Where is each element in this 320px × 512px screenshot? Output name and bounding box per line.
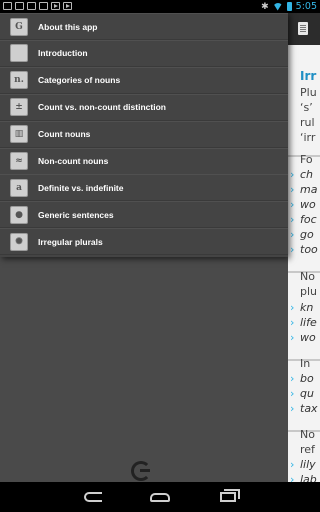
app-logo-icon bbox=[131, 461, 151, 481]
content-action-bar[interactable] bbox=[288, 13, 320, 45]
drawer-item-7[interactable]: ● Generic sentences bbox=[0, 201, 288, 229]
content-text: ‘s’ bbox=[300, 101, 313, 114]
example-item: bo bbox=[290, 371, 314, 386]
lightbulb-icon: ● bbox=[10, 205, 28, 224]
play-store-icon bbox=[63, 2, 72, 10]
articles-icon: a bbox=[10, 178, 28, 197]
drawer-item-label: Count nouns bbox=[38, 129, 91, 140]
drawer-item-6[interactable]: a Definite vs. indefinite bbox=[0, 174, 288, 202]
example-item: qu bbox=[290, 386, 314, 401]
drawer-item-5[interactable]: ≈ Non-count nouns bbox=[0, 147, 288, 175]
image-notification-icon bbox=[15, 2, 24, 10]
drawer-item-4[interactable]: ▥ Count nouns bbox=[0, 120, 288, 148]
example-item: lab bbox=[290, 472, 317, 482]
navigation-drawer: G About this app Introduction n. Categories … bbox=[0, 13, 288, 257]
content-text: ref bbox=[300, 443, 315, 456]
content-text: plu bbox=[300, 285, 318, 298]
navigation-bar bbox=[0, 482, 320, 512]
content-text: Plu bbox=[300, 86, 317, 99]
image-notification-icon bbox=[3, 2, 12, 10]
example-item: kn bbox=[290, 300, 314, 315]
letter-n-icon: n. bbox=[10, 71, 28, 90]
home-button[interactable] bbox=[145, 488, 175, 506]
drawer-item-8[interactable]: ✺ Irregular plurals bbox=[0, 228, 288, 256]
drawer-item-label: Definite vs. indefinite bbox=[38, 182, 124, 193]
back-icon bbox=[84, 492, 102, 502]
app-logo-icon: G bbox=[10, 17, 28, 36]
notification-icons bbox=[3, 2, 72, 10]
battery-icon bbox=[286, 2, 292, 11]
content-title: Irr bbox=[300, 69, 317, 83]
drawer-item-2[interactable]: n. Categories of nouns bbox=[0, 66, 288, 94]
status-bar: ✱ 5:05 bbox=[0, 0, 320, 13]
example-item: ma bbox=[290, 182, 318, 197]
recent-apps-icon bbox=[220, 489, 240, 502]
bluetooth-icon: ✱ bbox=[261, 1, 269, 12]
content-panel[interactable]: IrrPlu‘s’rul‘irrFochmawofocgotooNopluknl… bbox=[288, 13, 320, 482]
drawer-item-label: About this app bbox=[38, 21, 98, 32]
drawer-item-label: Irregular plurals bbox=[38, 236, 103, 247]
books-icon: ▥ bbox=[10, 125, 28, 144]
drawer-item-0[interactable]: G About this app bbox=[0, 13, 288, 40]
example-item: tax bbox=[290, 401, 317, 416]
back-button[interactable] bbox=[78, 488, 108, 506]
drawer-item-label: Introduction bbox=[38, 48, 88, 59]
image-notification-icon bbox=[39, 2, 48, 10]
content-text: rul bbox=[300, 116, 315, 129]
example-item: go bbox=[290, 227, 314, 242]
irregular-icon: ✺ bbox=[10, 232, 28, 251]
content-text: ‘irr bbox=[300, 131, 316, 144]
recent-apps-button[interactable] bbox=[213, 488, 243, 506]
content-text: In bbox=[300, 357, 311, 370]
content-text: Fo bbox=[300, 153, 313, 166]
example-item: wo bbox=[290, 197, 316, 212]
blank-page-icon bbox=[10, 44, 28, 63]
content-text: No bbox=[300, 270, 315, 283]
example-item: foc bbox=[290, 212, 316, 227]
scribble-icon: ≈ bbox=[10, 152, 28, 170]
home-icon bbox=[150, 492, 170, 502]
example-item: lily bbox=[290, 457, 315, 472]
example-item: too bbox=[290, 242, 318, 257]
example-item: life bbox=[290, 315, 317, 330]
drawer-item-1[interactable]: Introduction bbox=[0, 39, 288, 67]
wifi-icon bbox=[272, 2, 283, 11]
drawer-item-label: Categories of nouns bbox=[38, 75, 121, 86]
play-store-icon bbox=[51, 2, 60, 10]
document-icon bbox=[298, 22, 308, 35]
example-item: wo bbox=[290, 330, 316, 345]
clock: 5:05 bbox=[295, 1, 317, 12]
drawer-item-label: Non-count nouns bbox=[38, 156, 109, 166]
image-notification-icon bbox=[27, 2, 36, 10]
content-text: No bbox=[300, 428, 315, 441]
drawer-item-3[interactable]: ± Count vs. non-count distinction bbox=[0, 93, 288, 121]
count-noncount-icon: ± bbox=[10, 98, 28, 117]
drawer-item-label: Count vs. non-count distinction bbox=[38, 102, 166, 113]
example-item: ch bbox=[290, 167, 313, 182]
drawer-item-label: Generic sentences bbox=[38, 209, 114, 220]
